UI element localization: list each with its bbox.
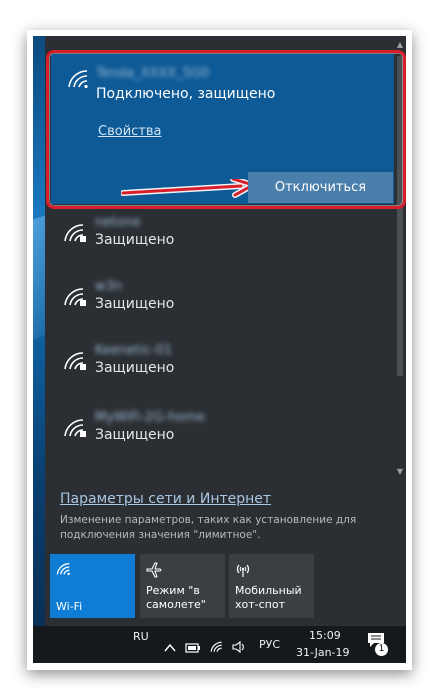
network-name: Keenetic-01	[95, 343, 173, 358]
mobile-hotspot-tile[interactable]: Мобильный хот-спот	[229, 554, 314, 618]
network-status: Защищено	[95, 427, 175, 443]
keyboard-language[interactable]: РУС	[259, 638, 280, 651]
volume-icon[interactable]	[232, 638, 246, 657]
network-name: w3n	[95, 279, 123, 294]
airplane-icon	[146, 562, 162, 581]
clock-time[interactable]: 15:09	[309, 629, 341, 642]
network-settings-description: Изменение параметров, таких как установл…	[60, 514, 357, 541]
wifi-tile-label: Wi-Fi	[56, 600, 83, 613]
hotspot-tile-label: Мобильный хот-спот	[235, 584, 302, 611]
screen: Tenda_XXXX_5G0 Подключено, защищено Свой…	[33, 36, 406, 663]
wifi-secured-icon	[63, 418, 87, 438]
wifi-tray-icon[interactable]	[210, 638, 224, 657]
wifi-secured-icon	[63, 351, 87, 371]
battery-icon[interactable]	[185, 638, 201, 657]
airplane-mode-tile[interactable]: Режим "в самолете"	[140, 554, 225, 618]
notification-count-badge: 1	[375, 643, 388, 656]
chevron-up-icon[interactable]	[164, 638, 176, 657]
network-name: netone	[95, 215, 141, 230]
clock-date[interactable]: 31-Jan-19	[296, 646, 350, 659]
hotspot-icon	[235, 562, 251, 581]
scroll-down-icon[interactable]: ▼	[394, 465, 406, 479]
network-settings-link[interactable]: Параметры сети и Интернет	[60, 491, 271, 507]
highlight-frame-annotation	[46, 50, 406, 209]
network-status: Защищено	[95, 296, 175, 312]
wifi-secured-icon	[63, 287, 87, 307]
network-item[interactable]: MyWiFi-2G-home Защищено	[45, 404, 394, 466]
taskbar: RU РУС 15:09 31-Jan-19 1	[33, 626, 406, 663]
wifi-icon	[56, 562, 72, 579]
airplane-tile-label: Режим "в самолете"	[146, 584, 206, 611]
wifi-secured-icon	[63, 223, 87, 243]
network-item[interactable]: netone Защищено	[45, 209, 394, 271]
network-item[interactable]: Keenetic-01 Защищено	[45, 337, 394, 399]
network-status: Защищено	[95, 232, 175, 248]
network-name: MyWiFi-2G-home	[95, 410, 205, 425]
wifi-toggle-tile[interactable]: Wi-Fi	[50, 554, 135, 618]
network-status: Защищено	[95, 360, 175, 376]
language-indicator-short[interactable]: RU	[133, 630, 149, 643]
network-item[interactable]: w3n Защищено	[45, 273, 394, 335]
